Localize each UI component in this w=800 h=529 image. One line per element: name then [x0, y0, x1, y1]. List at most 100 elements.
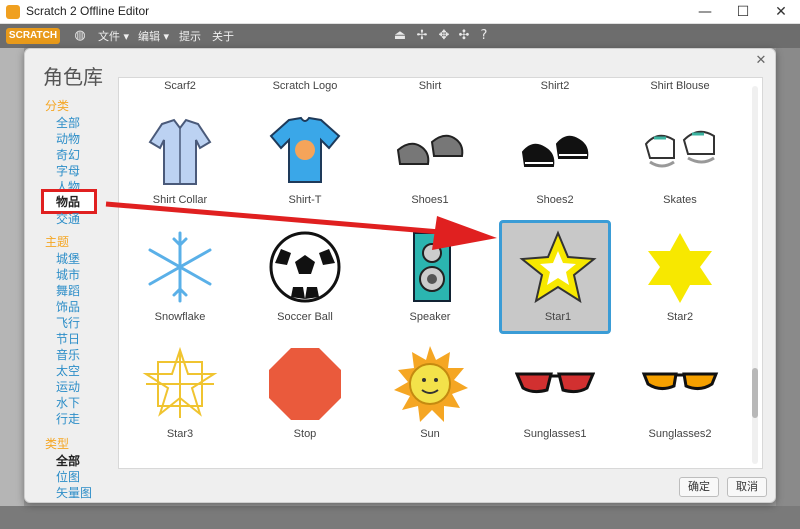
sprite-sun[interactable]: Sun — [374, 340, 486, 452]
sprite-label: Sun — [420, 428, 440, 440]
stamp-icon[interactable]: ⏏ — [392, 28, 408, 44]
sunglasses-icon — [641, 372, 719, 391]
shrink-icon[interactable]: ✣ — [456, 28, 472, 44]
sprite-library-dialog: 角色库 ✕ 分类 全部 动物 奇幻 字母 人物 物品 交通 主题 城堡 城市 舞… — [24, 48, 776, 503]
minimize-icon[interactable]: — — [686, 0, 724, 24]
sprite-speaker[interactable]: Speaker — [374, 223, 486, 335]
sprite-label: Stop — [293, 428, 317, 440]
sprite-star1[interactable]: Star1 — [499, 220, 611, 334]
type-all[interactable]: 全部 — [56, 453, 80, 469]
snowflake-icon — [148, 231, 212, 303]
theme-space[interactable]: 太空 — [56, 363, 80, 379]
category-all[interactable]: 全部 — [56, 115, 80, 131]
window-title: Scratch 2 Offline Editor — [26, 4, 150, 18]
globe-icon[interactable]: ◍ — [72, 28, 88, 44]
sprite-label: Shirt-T — [288, 194, 322, 206]
sprite-label: Sunglasses2 — [648, 428, 712, 440]
app-icon — [6, 5, 20, 19]
maximize-icon[interactable]: ☐ — [724, 0, 762, 24]
sprite-star2[interactable]: Star2 — [624, 223, 736, 335]
theme-sports[interactable]: 运动 — [56, 379, 80, 395]
sprite-label[interactable]: Shirt2 — [499, 80, 611, 92]
theme-holiday[interactable]: 节日 — [56, 331, 80, 347]
theme-walking[interactable]: 行走 — [56, 411, 80, 427]
sneakers-icon — [521, 135, 589, 167]
dialog-title: 角色库 — [43, 65, 103, 89]
sprite-label: Sunglasses1 — [523, 428, 587, 440]
type-bitmap[interactable]: 位图 — [56, 469, 80, 485]
sprite-shirt-collar[interactable]: Shirt Collar — [124, 106, 236, 218]
sprite-label: Star1 — [544, 311, 572, 323]
theme-flying[interactable]: 飞行 — [56, 315, 80, 331]
category-section-title: 分类 — [45, 99, 70, 113]
background-editor-left — [0, 48, 24, 529]
theme-section-title: 主题 — [45, 235, 70, 249]
sprite-star3[interactable]: Star3 — [124, 340, 236, 452]
dialog-close-icon[interactable]: ✕ — [753, 53, 769, 69]
theme-music[interactable]: 音乐 — [56, 347, 80, 363]
grow-icon[interactable]: ✥ — [436, 28, 452, 44]
category-transport[interactable]: 交通 — [56, 211, 80, 227]
sprite-skates[interactable]: Skates — [624, 106, 736, 218]
sunglasses-icon — [515, 372, 595, 394]
sprite-stop[interactable]: Stop — [249, 340, 361, 452]
sprite-sunglasses2[interactable]: Sunglasses2 — [624, 340, 736, 452]
sprite-soccer-ball[interactable]: Soccer Ball — [249, 223, 361, 335]
title-bar: Scratch 2 Offline Editor — ☐ ✕ — [0, 0, 800, 24]
sprite-label[interactable]: Shirt Blouse — [624, 80, 736, 92]
menu-edit[interactable]: 编辑 ▾ — [138, 28, 169, 44]
category-fantasy[interactable]: 奇幻 — [56, 147, 80, 163]
menu-about[interactable]: 关于 — [212, 28, 234, 44]
sprite-label[interactable]: Scratch Logo — [249, 80, 361, 92]
background-editor-bottom — [0, 506, 800, 529]
sun-icon — [394, 346, 468, 422]
theme-castle[interactable]: 城堡 — [56, 251, 80, 267]
grid-scrollbar-thumb[interactable] — [752, 368, 758, 418]
sprite-label: Speaker — [409, 311, 451, 323]
sprite-grid: Scarf2 Scratch Logo Shirt Shirt2 Shirt B… — [118, 77, 763, 469]
sprite-sunglasses1[interactable]: Sunglasses1 — [499, 340, 611, 452]
sprite-snowflake[interactable]: Snowflake — [124, 223, 236, 335]
sprite-label: Shoes2 — [536, 194, 574, 206]
menu-file[interactable]: 文件 ▾ — [98, 28, 129, 44]
speaker-icon — [413, 232, 451, 302]
t-shirt-icon — [269, 116, 341, 183]
close-icon[interactable]: ✕ — [762, 0, 800, 24]
category-letters[interactable]: 字母 — [56, 163, 80, 179]
type-section-title: 类型 — [45, 437, 70, 451]
background-editor-right — [776, 48, 800, 529]
sprite-label: Skates — [663, 194, 697, 206]
sprite-label[interactable]: Shirt — [374, 80, 486, 92]
scratch-logo: SCRATCH — [6, 28, 60, 44]
sprite-label[interactable]: Scarf2 — [124, 80, 236, 92]
cancel-button[interactable]: 取消 — [727, 477, 767, 497]
theme-city[interactable]: 城市 — [56, 267, 80, 283]
sprite-label: Soccer Ball — [277, 311, 333, 323]
sprite-shoes1[interactable]: Shoes1 — [374, 106, 486, 218]
sprite-label: Snowflake — [154, 311, 206, 323]
sprite-label: Star3 — [166, 428, 194, 440]
theme-underwater[interactable]: 水下 — [56, 395, 80, 411]
category-animals[interactable]: 动物 — [56, 131, 80, 147]
skates-icon — [644, 130, 715, 168]
theme-dress-up[interactable]: 饰品 — [56, 299, 80, 315]
type-vector[interactable]: 矢量图 — [56, 485, 92, 501]
sprite-label: Shoes1 — [411, 194, 449, 206]
ok-button[interactable]: 确定 — [679, 477, 719, 497]
sprite-label: Star2 — [666, 311, 694, 323]
star-icon — [648, 233, 712, 303]
shoes-icon — [396, 134, 464, 165]
sprite-shoes2[interactable]: Shoes2 — [499, 106, 611, 218]
cut-icon[interactable]: ✢ — [414, 28, 430, 44]
sprite-shirt-t[interactable]: Shirt-T — [249, 106, 361, 218]
category-things[interactable]: 物品 — [56, 194, 80, 210]
stop-sign-icon — [269, 348, 341, 420]
help-icon[interactable]: ? — [476, 28, 492, 44]
shirt-collar-icon — [148, 118, 212, 185]
star-icon — [519, 230, 597, 304]
library-sidebar: 分类 全部 动物 奇幻 字母 人物 物品 交通 主题 城堡 城市 舞蹈 饰品 飞… — [41, 93, 121, 500]
theme-dance[interactable]: 舞蹈 — [56, 283, 80, 299]
menu-tips[interactable]: 提示 — [179, 28, 201, 44]
soccer-ball-icon — [269, 231, 341, 303]
star-outline-icon — [142, 346, 218, 418]
